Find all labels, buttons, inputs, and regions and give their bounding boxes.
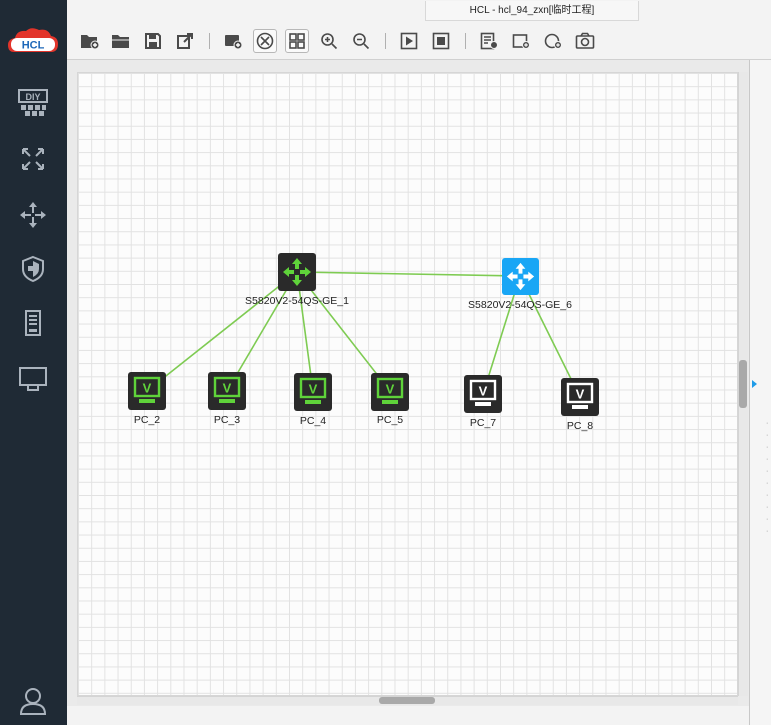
pc-label: PC_5 — [376, 414, 404, 426]
open-project-icon[interactable] — [109, 29, 133, 53]
switch-label: S5820V2-54QS-GE_1 — [245, 295, 349, 307]
pc-device-pc3[interactable]: V — [208, 372, 246, 410]
terminal-icon[interactable] — [16, 362, 50, 396]
pc-icon: V — [371, 373, 409, 411]
switch-icon — [278, 253, 316, 291]
expand-panel-icon[interactable] — [752, 380, 757, 388]
diy-icon[interactable]: DIY — [16, 86, 50, 120]
right-panel — [749, 60, 771, 725]
window-title: HCL - hcl_94_zxn[临时工程] — [425, 1, 639, 21]
add-rectangle-icon[interactable] — [509, 29, 533, 53]
horizontal-scroll-thumb[interactable] — [379, 697, 435, 704]
pc-device-pc8[interactable]: V — [561, 378, 599, 416]
logo-text: HCL — [22, 40, 45, 52]
stop-icon[interactable] — [429, 29, 453, 53]
pc-icon: V — [208, 372, 246, 410]
save-icon[interactable] — [141, 29, 165, 53]
pc-icon: V — [294, 373, 332, 411]
new-project-icon[interactable] — [78, 29, 102, 53]
topology-icon[interactable] — [253, 29, 277, 53]
user-icon[interactable] — [16, 684, 50, 718]
grid-icon[interactable] — [285, 29, 309, 53]
pc-icon: V — [128, 372, 166, 410]
start-icon[interactable] — [397, 29, 421, 53]
svg-text:V: V — [143, 381, 152, 396]
svg-text:V: V — [386, 382, 395, 397]
pc-label: PC_7 — [469, 417, 497, 429]
pc-label: PC_8 — [566, 420, 594, 432]
list-icon[interactable] — [477, 29, 501, 53]
pc-device-pc2[interactable]: V — [128, 372, 166, 410]
add-ellipse-icon[interactable] — [541, 29, 565, 53]
svg-text:V: V — [223, 381, 232, 396]
status-strip — [67, 706, 771, 725]
server-icon[interactable] — [16, 306, 50, 340]
switch-device-sw1[interactable] — [278, 253, 316, 291]
svg-text:V: V — [576, 387, 585, 402]
export-icon[interactable] — [173, 29, 197, 53]
svg-text:DIY: DIY — [25, 92, 40, 102]
pc-device-pc4[interactable]: V — [294, 373, 332, 411]
sidebar: HCL DIY — [0, 0, 67, 725]
pc-device-pc7[interactable]: V — [464, 375, 502, 413]
right-panel-ticks: · · · · · · · · · · — [766, 420, 769, 535]
hcl-logo: HCL — [6, 26, 60, 58]
switch-label: S5820V2-54QS-GE_6 — [468, 299, 572, 311]
svg-text:V: V — [309, 382, 318, 397]
svg-text:V: V — [479, 384, 488, 399]
zoom-out-icon[interactable] — [349, 29, 373, 53]
firewall-icon[interactable] — [16, 252, 50, 286]
router-icon[interactable] — [16, 142, 50, 176]
switch-icon[interactable] — [16, 198, 50, 232]
zoom-in-icon[interactable] — [317, 29, 341, 53]
pc-device-pc5[interactable]: V — [371, 373, 409, 411]
pc-icon: V — [464, 375, 502, 413]
switch-icon — [502, 258, 539, 295]
toolbar — [67, 24, 771, 60]
pc-label: PC_2 — [133, 414, 161, 426]
pc-icon: V — [561, 378, 599, 416]
vertical-scroll-thumb[interactable] — [739, 360, 747, 408]
pc-label: PC_3 — [213, 414, 241, 426]
screenshot-icon[interactable] — [573, 29, 597, 53]
pc-label: PC_4 — [299, 415, 327, 427]
import-device-icon[interactable] — [221, 29, 245, 53]
switch-device-sw6[interactable] — [502, 258, 539, 295]
title-bar: HCL - hcl_94_zxn[临时工程] — [67, 0, 771, 24]
